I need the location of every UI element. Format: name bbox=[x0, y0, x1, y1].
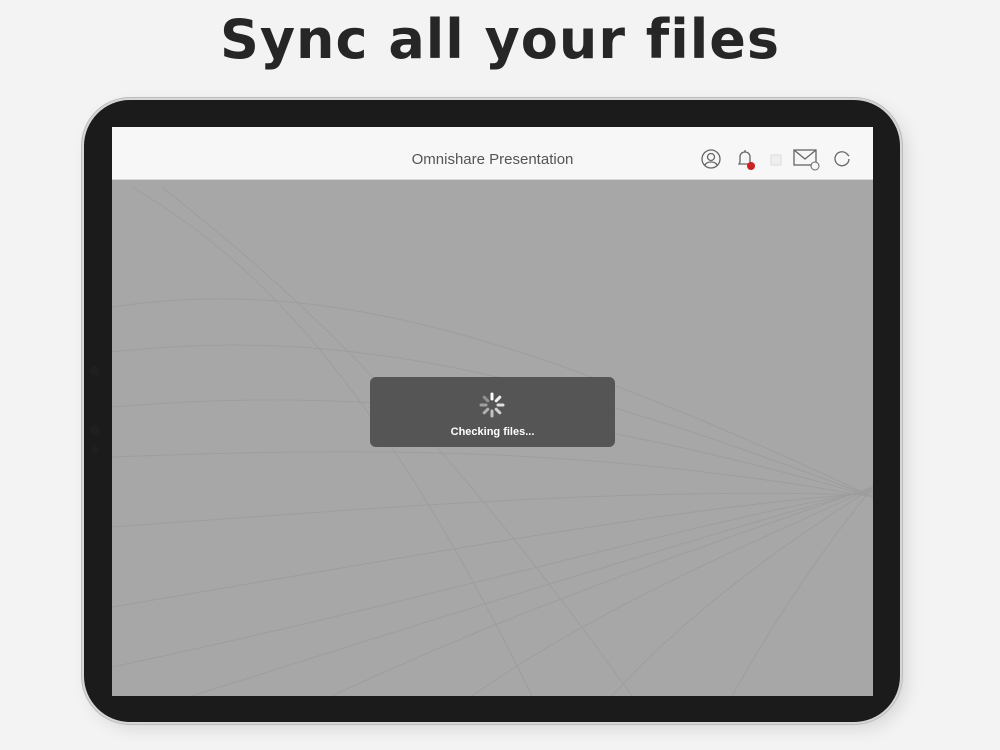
camera-dot bbox=[90, 366, 100, 376]
mail-icon[interactable] bbox=[793, 147, 821, 171]
user-icon[interactable] bbox=[699, 147, 723, 171]
loading-message: Checking files... bbox=[450, 426, 535, 438]
bell-icon[interactable] bbox=[733, 147, 757, 171]
app-screen: Omnishare Presentation Checking files... bbox=[112, 127, 873, 696]
sensor-dot bbox=[90, 425, 100, 435]
headline: Sync all your files bbox=[219, 8, 781, 71]
sensor-dot-2 bbox=[92, 446, 99, 453]
screen-icon[interactable] bbox=[770, 151, 782, 166]
spinner-icon bbox=[478, 391, 506, 419]
refresh-icon[interactable] bbox=[830, 147, 854, 171]
app-navbar: Omnishare Presentation bbox=[112, 127, 873, 180]
app-title: Omnishare Presentation bbox=[411, 151, 574, 168]
loading-overlay: Checking files... bbox=[370, 377, 615, 447]
